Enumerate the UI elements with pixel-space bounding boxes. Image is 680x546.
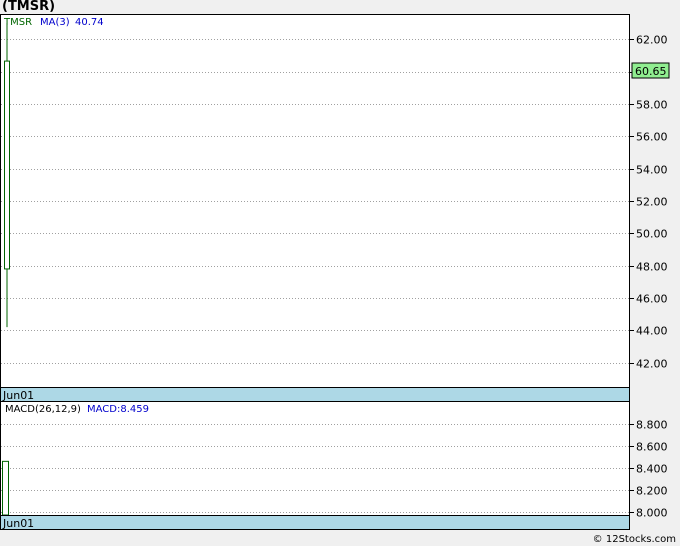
macd-bars — [2, 460, 9, 516]
macd-legend: MACD(26,12,9) MACD:8.459 — [5, 404, 149, 415]
candle-body — [4, 60, 10, 270]
y-tick-label: 44.00 — [636, 325, 668, 338]
y-tick-label: 58.00 — [636, 99, 668, 112]
price-legend: TMSR MA(3) 40.74 — [3, 17, 104, 28]
y-tick-label: 46.00 — [636, 293, 668, 306]
legend-ma-value: 40.74 — [75, 17, 104, 28]
y-tick-label: 8.400 — [636, 463, 668, 476]
last-price-label: 60.65 — [635, 65, 667, 78]
macd-x-tick-label: Jun01 — [2, 517, 34, 530]
y-tick-label: 54.00 — [636, 164, 668, 177]
chart-canvas: 42.00 44.00 46.00 48.00 50.00 52.00 54.00 56.00… — [0, 14, 670, 530]
y-tick-label: 56.00 — [636, 131, 668, 144]
price-date-band — [0, 387, 630, 402]
y-tick-label: 8.800 — [636, 419, 668, 432]
y-tick-label: 52.00 — [636, 196, 668, 209]
y-tick-label: 62.00 — [636, 34, 668, 47]
legend-symbol: TMSR — [3, 17, 32, 28]
price-y-axis: 42.00 44.00 46.00 48.00 50.00 52.00 54.00 56.00… — [629, 34, 668, 371]
price-x-tick-label: Jun01 — [2, 389, 34, 402]
y-tick-label: 42.00 — [636, 358, 668, 371]
y-tick-label: 8.200 — [636, 485, 668, 498]
macd-panel-bg — [0, 401, 630, 516]
macd-bar — [2, 460, 9, 516]
y-tick-label: 50.00 — [636, 228, 668, 241]
y-tick-label: 48.00 — [636, 261, 668, 274]
y-tick-label: 8.600 — [636, 441, 668, 454]
macd-legend-value: MACD:8.459 — [87, 404, 149, 415]
macd-y-axis: 8.000 8.200 8.400 8.600 8.800 — [629, 419, 668, 520]
macd-date-band — [0, 515, 630, 530]
last-price-marker: 60.65 — [631, 62, 670, 79]
legend-ma-label: MA(3) — [40, 17, 70, 28]
macd-legend-label: MACD(26,12,9) — [5, 404, 81, 415]
y-tick-label: 8.000 — [636, 507, 668, 520]
credit-label: © 12Stocks.com — [592, 534, 676, 545]
